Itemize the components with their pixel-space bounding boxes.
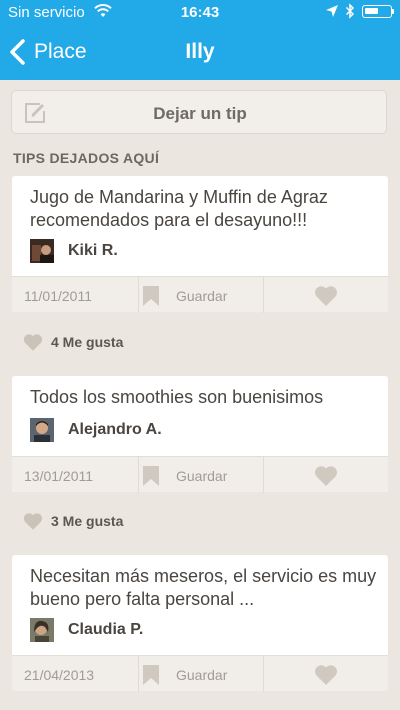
likes-count[interactable]: 4 Me gusta [23, 333, 123, 351]
avatar [30, 618, 54, 642]
heart-icon [315, 466, 337, 486]
tip-date: 11/01/2011 [24, 288, 92, 304]
tip-footer: 11/01/2011 Guardar [12, 276, 388, 313]
likes-label: 3 Me gusta [51, 513, 124, 529]
location-arrow-icon [326, 5, 338, 17]
author-name: Alejandro A. [68, 421, 162, 438]
tip-card: Todos los smoothies son buenisimos Aleja… [12, 376, 388, 493]
save-label: Guardar [176, 667, 228, 683]
tip-text: Necesitan más meseros, el servicio es mu… [30, 566, 377, 609]
like-button[interactable] [264, 457, 388, 493]
author-name: Claudia P. [68, 621, 144, 638]
page-title: Illy [185, 40, 215, 63]
leave-tip-button[interactable]: Dejar un tip [11, 90, 387, 134]
avatar [30, 239, 54, 263]
section-title: TIPS DEJADOS AQUÍ [13, 150, 160, 166]
tip-date: 13/01/2011 [24, 468, 94, 484]
save-button[interactable]: Guardar [138, 277, 263, 313]
tip-author[interactable]: Alejandro A. [30, 418, 162, 442]
status-bar: Sin servicio 16:43 [0, 0, 400, 24]
tip-card: Jugo de Mandarina y Muffin de Agraz reco… [12, 176, 388, 313]
tip-card: Necesitan más meseros, el servicio es mu… [12, 555, 388, 692]
tip-author[interactable]: Kiki R. [30, 239, 118, 263]
save-button[interactable]: Guardar [138, 457, 263, 493]
heart-icon [315, 286, 337, 306]
status-time: 16:43 [180, 4, 220, 21]
tip-text: Jugo de Mandarina y Muffin de Agraz reco… [30, 187, 328, 230]
save-label: Guardar [176, 288, 228, 304]
tip-author[interactable]: Claudia P. [30, 618, 143, 642]
tip-text: Todos los smoothies son buenisimos [30, 387, 324, 407]
save-label: Guardar [176, 468, 228, 484]
like-button[interactable] [264, 656, 388, 692]
tip-footer: 21/04/2013 Guardar [12, 655, 388, 692]
author-name: Kiki R. [68, 242, 118, 259]
tip-footer: 13/01/2011 Guardar [12, 456, 388, 493]
likes-count[interactable]: 3 Me gusta [23, 512, 123, 530]
battery-icon [362, 5, 392, 18]
leave-tip-label: Dejar un tip [153, 104, 247, 123]
heart-icon [23, 513, 43, 530]
battery-tip [392, 9, 394, 14]
bluetooth-icon [345, 3, 355, 19]
avatar [30, 418, 54, 442]
tip-date: 21/04/2013 [24, 667, 95, 683]
heart-icon [23, 334, 43, 351]
save-button[interactable]: Guardar [138, 656, 263, 692]
like-button[interactable] [264, 277, 388, 313]
bookmark-icon [143, 665, 159, 685]
bookmark-icon [143, 286, 159, 306]
likes-label: 4 Me gusta [51, 334, 124, 350]
bookmark-icon [143, 466, 159, 486]
heart-icon [315, 665, 337, 685]
app-header: Sin servicio 16:43 Place Illy [0, 0, 400, 80]
